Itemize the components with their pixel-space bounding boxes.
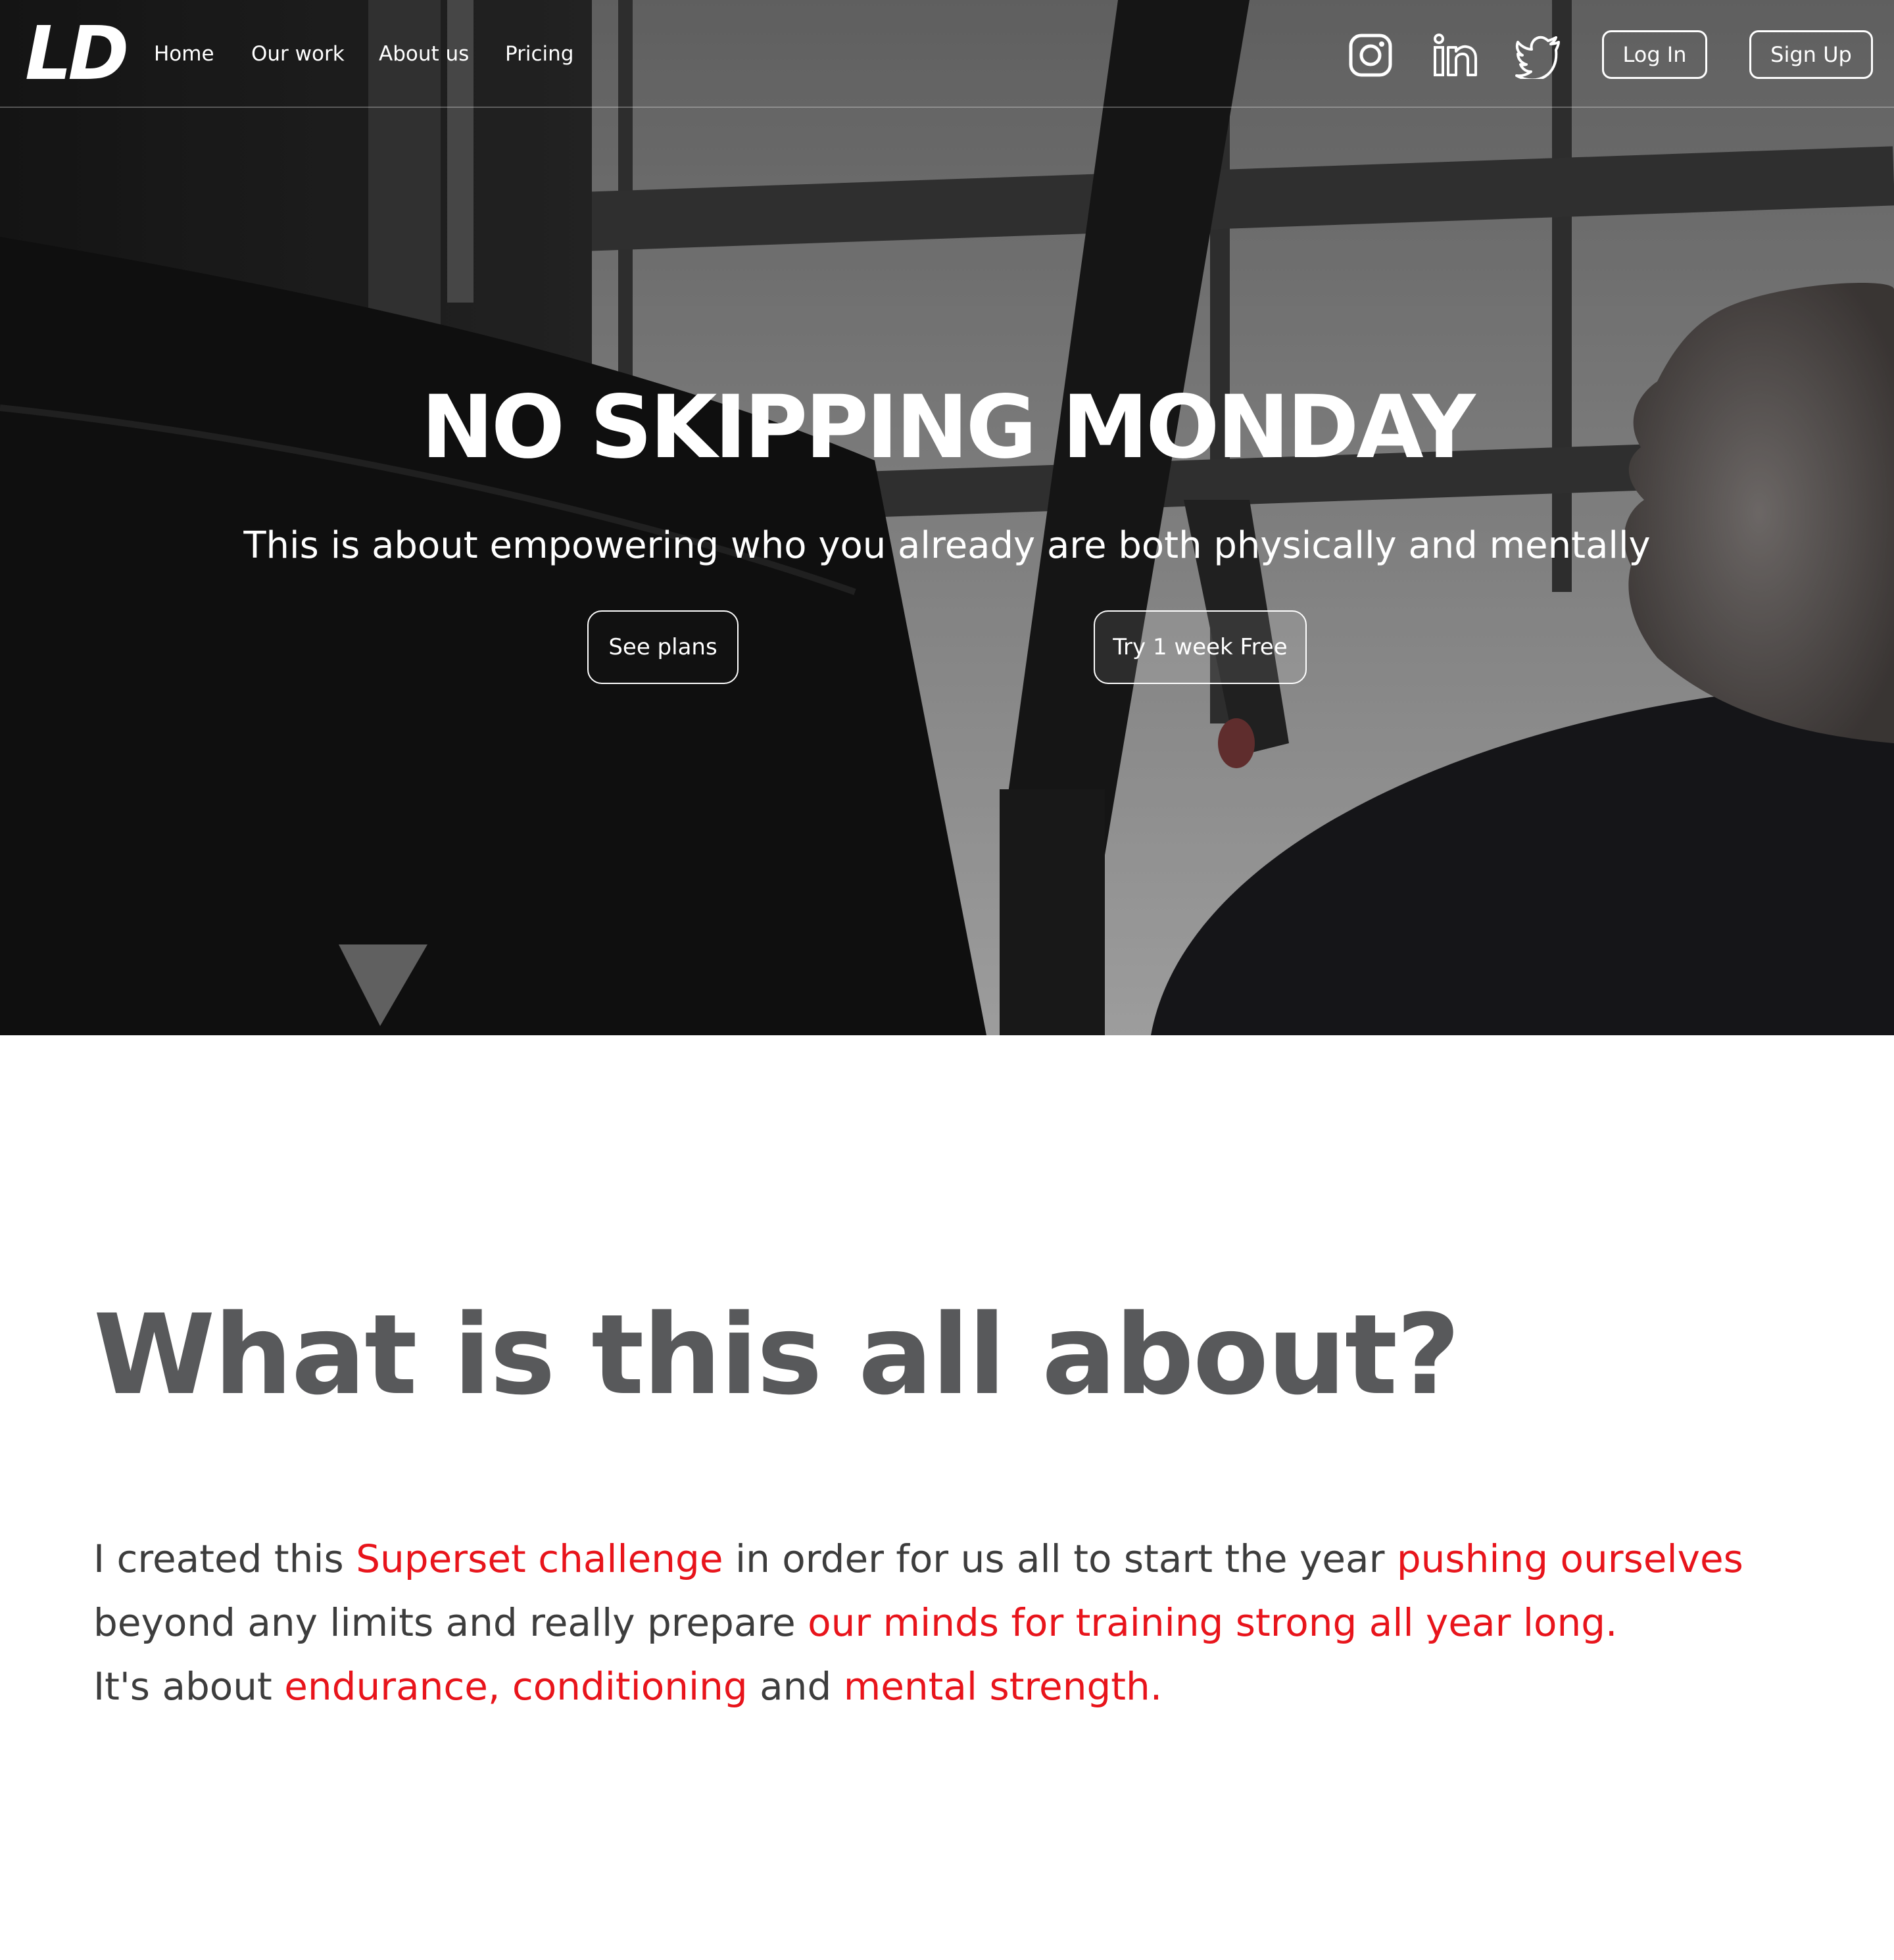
highlight-text: . bbox=[1605, 1600, 1618, 1645]
nav-link-pricing[interactable]: Pricing bbox=[505, 41, 574, 67]
hero-section bbox=[0, 0, 1894, 1035]
twitter-icon[interactable] bbox=[1515, 32, 1563, 79]
highlight-text: . bbox=[1150, 1664, 1163, 1709]
about-text: beyond any limits and really prepare bbox=[93, 1600, 808, 1645]
nav-link-about-us[interactable]: About us bbox=[379, 41, 469, 67]
about-text: and bbox=[747, 1664, 844, 1709]
highlight-text: our minds for training strong all year l… bbox=[808, 1600, 1606, 1645]
signup-button[interactable]: Sign Up bbox=[1749, 30, 1873, 79]
hero-subtitle: This is about empowering who you already… bbox=[243, 524, 1651, 567]
about-text: in order for us all to start the year bbox=[723, 1536, 1397, 1581]
about-text: It's about bbox=[93, 1664, 285, 1709]
top-navbar: LD Home Our work About us Pricing Log In… bbox=[0, 0, 1894, 108]
free-trial-button[interactable]: Try 1 week Free bbox=[1094, 610, 1307, 684]
brand-logo[interactable]: LD bbox=[25, 14, 129, 93]
hero-overlay bbox=[0, 0, 1894, 1035]
about-heading: What is this all about? bbox=[93, 1290, 1461, 1419]
nav-link-home[interactable]: Home bbox=[154, 41, 214, 67]
nav-link-our-work[interactable]: Our work bbox=[251, 41, 345, 67]
about-text: I created this bbox=[93, 1536, 356, 1581]
login-button[interactable]: Log In bbox=[1602, 30, 1707, 79]
hero-title: NO SKIPPING MONDAY bbox=[421, 377, 1475, 478]
about-paragraph: I created this Superset challenge in ord… bbox=[93, 1527, 1830, 1719]
highlight-text: Superset challenge bbox=[356, 1536, 723, 1581]
linkedin-icon[interactable] bbox=[1431, 32, 1478, 79]
highlight-text: endurance, conditioning bbox=[284, 1664, 748, 1709]
highlight-text: pushing ourselves bbox=[1396, 1536, 1743, 1581]
highlight-text: mental strength bbox=[843, 1664, 1150, 1709]
instagram-icon[interactable] bbox=[1347, 32, 1394, 79]
see-plans-button[interactable]: See plans bbox=[587, 610, 739, 684]
